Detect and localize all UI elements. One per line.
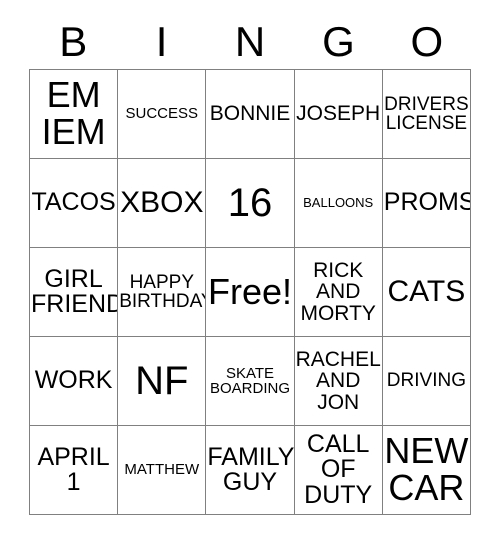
bingo-cell-r5c3[interactable]: FAMILY GUY [206,426,295,515]
bingo-cell-label: XBOX [120,185,204,219]
bingo-cell-label: MATTHEW [124,461,200,479]
bingo-card: B I N G O EM IEM SUCCESS BONNIE JOSEPH D… [0,0,500,544]
header-letter-g: G [322,18,355,65]
bingo-cell-label: SUCCESS [125,105,199,123]
bingo-cell-label: DRIVERS LICENSE [384,93,469,134]
bingo-cell-r3c5[interactable]: CATS [382,248,471,337]
bingo-cell-label: TACOS [31,188,116,217]
bingo-cell-r4c1[interactable]: WORK [30,337,119,426]
bingo-cell-r1c5[interactable]: DRIVERS LICENSE [382,70,471,159]
bingo-cell-label: PROMS [383,188,471,217]
free-space-label: Free! [207,270,292,312]
bingo-cell-r2c5[interactable]: PROMS [382,159,471,248]
bingo-cell-r4c2[interactable]: NF [118,337,207,426]
bingo-cell-r1c2[interactable]: SUCCESS [118,70,207,159]
bingo-cell-r4c5[interactable]: DRIVING [382,337,471,426]
bingo-cell-r4c3[interactable]: SKATE BOARDING [206,337,295,426]
bingo-grid: EM IEM SUCCESS BONNIE JOSEPH DRIVERS LIC… [29,69,471,515]
bingo-cell-label: JOSEPH [296,102,381,126]
bingo-cell-label: APRIL 1 [37,442,110,496]
bingo-cell-r1c4[interactable]: JOSEPH [294,70,383,159]
bingo-cell-r2c4[interactable]: BALLOONS [294,159,383,248]
bingo-cell-r4c4[interactable]: RACHEL AND JON [294,337,383,426]
bingo-cell-r2c3[interactable]: 16 [206,159,295,248]
bingo-cell-label: CATS [387,274,466,308]
bingo-cell-label: NF [135,358,189,403]
bingo-cell-r5c2[interactable]: MATTHEW [118,426,207,515]
header-letter-b: B [59,18,88,65]
bingo-cell-r3c2[interactable]: HAPPY BIRTHDAY [118,248,207,337]
bingo-cell-label: WORK [34,366,113,395]
bingo-cell-r1c1[interactable]: EM IEM [30,70,119,159]
bingo-cell-label: RACHEL AND JON [295,347,381,414]
bingo-cell-r3c4[interactable]: RICK AND MORTY [294,248,383,337]
bingo-cell-label: NEW CAR [384,430,469,508]
bingo-cell-label: HAPPY BIRTHDAY [119,271,207,312]
bingo-cell-r1c3[interactable]: BONNIE [206,70,295,159]
bingo-cell-label: DRIVING [386,370,466,392]
bingo-cell-label: CALL OF DUTY [304,429,373,509]
bingo-header-row: B I N G O [29,16,471,68]
bingo-cell-label: FAMILY GUY [207,442,295,496]
bingo-cell-free-space[interactable]: Free! [206,248,295,337]
bingo-cell-r2c2[interactable]: XBOX [118,159,207,248]
bingo-cell-r2c1[interactable]: TACOS [30,159,119,248]
header-letter-o: O [410,18,444,65]
bingo-cell-label: BALLOONS [303,195,374,211]
bingo-cell-label: GIRL FRIEND [31,264,119,318]
bingo-cell-r5c1[interactable]: APRIL 1 [30,426,119,515]
bingo-cell-label: 16 [227,180,273,225]
bingo-cell-label: BONNIE [209,102,291,126]
header-letter-i: I [155,18,168,65]
header-letter-n: N [234,18,266,65]
bingo-cell-label: SKATE BOARDING [209,364,290,397]
bingo-cell-label: RICK AND MORTY [300,258,376,325]
bingo-cell-r5c4[interactable]: CALL OF DUTY [294,426,383,515]
bingo-cell-r3c1[interactable]: GIRL FRIEND [30,248,119,337]
bingo-cell-label: EM IEM [41,74,106,152]
bingo-cell-r5c5[interactable]: NEW CAR [382,426,471,515]
